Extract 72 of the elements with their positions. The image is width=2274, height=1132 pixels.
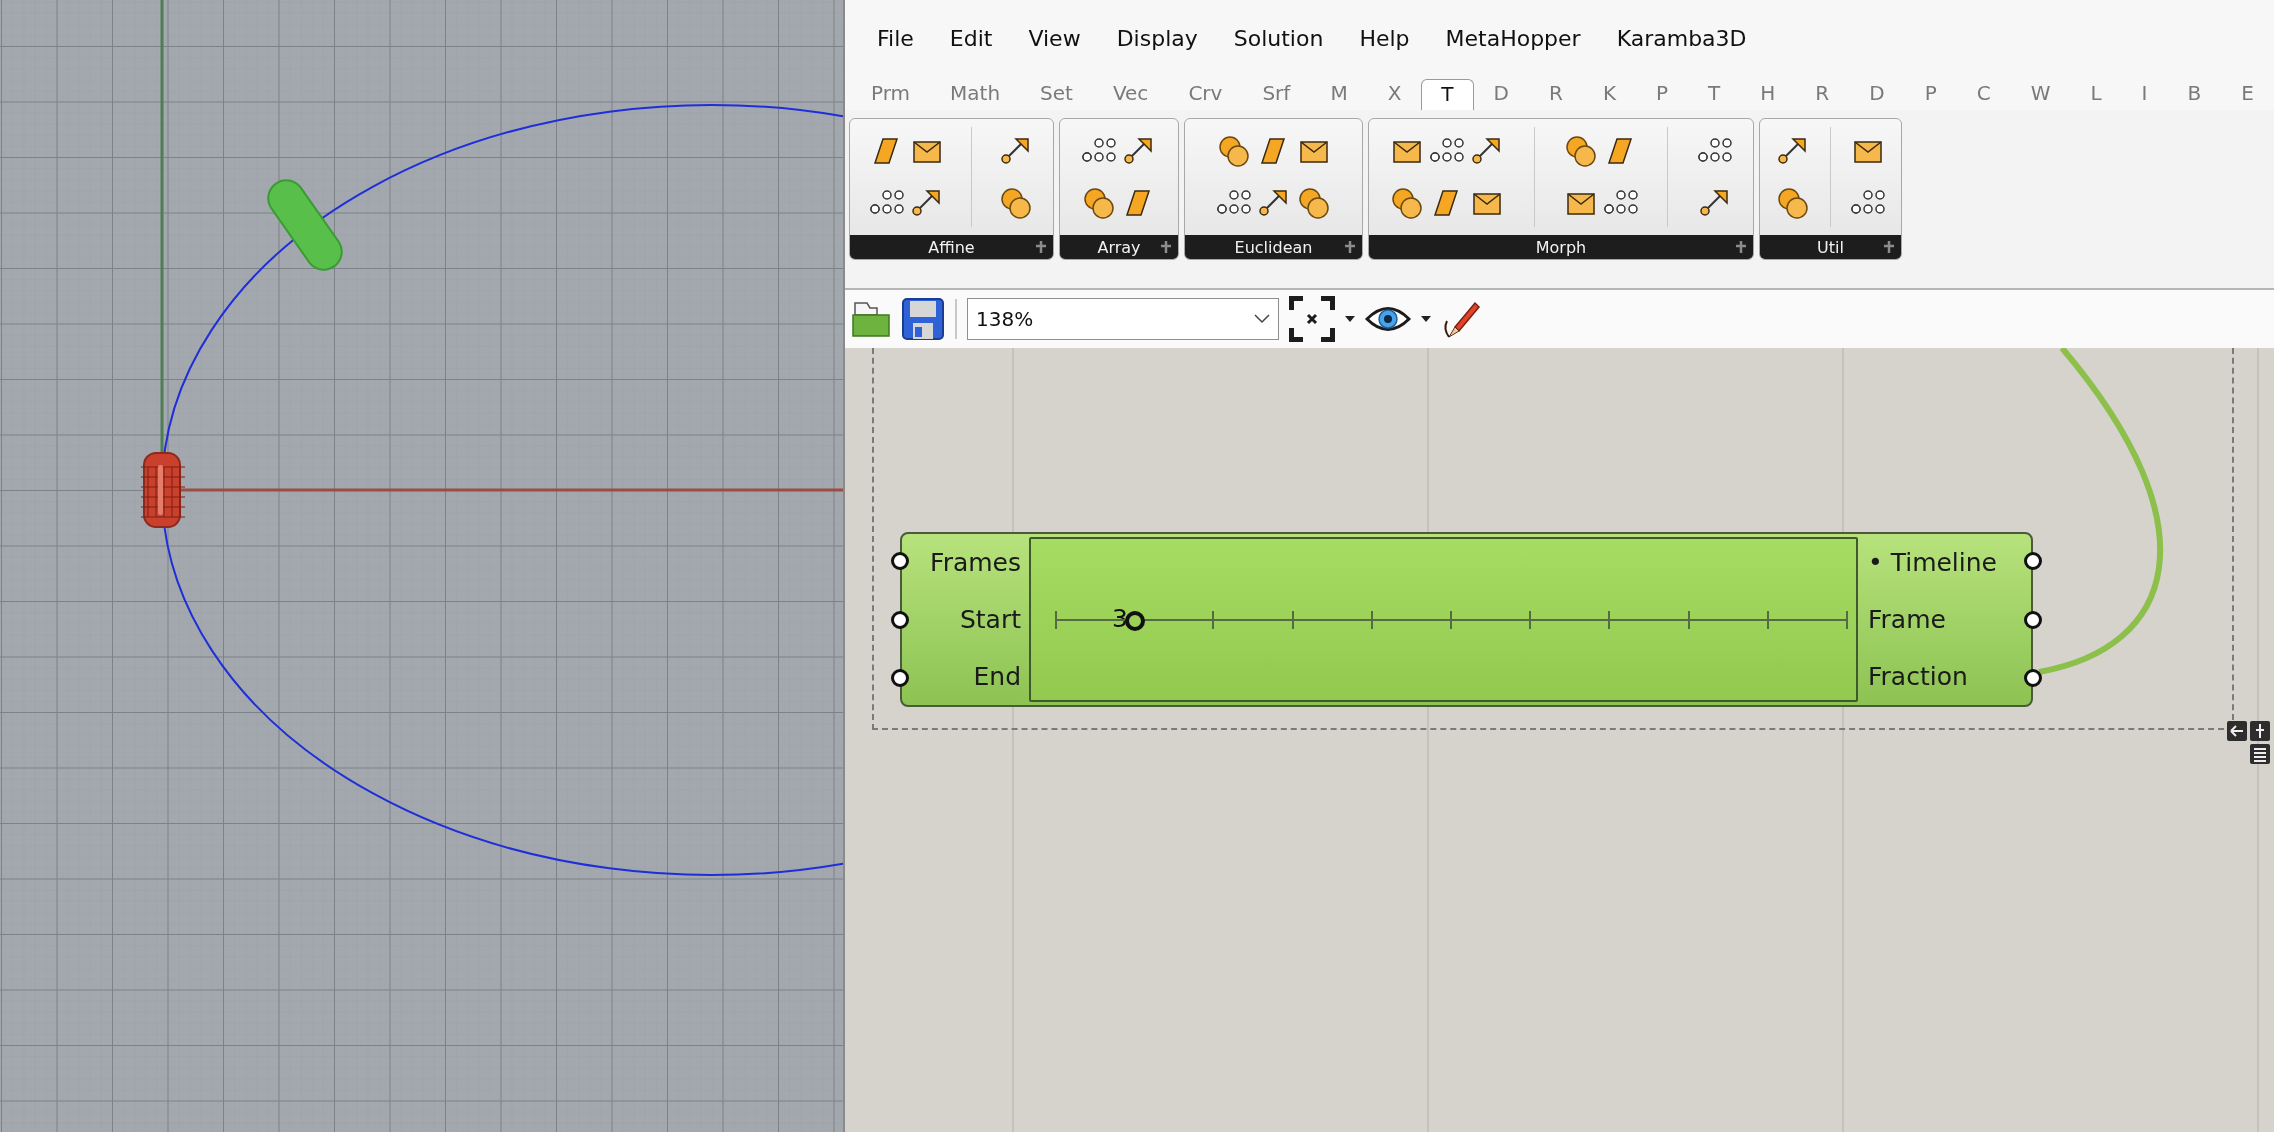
slider-thumb[interactable] (1125, 610, 1146, 631)
zoom-extents-icon[interactable] (1289, 296, 1335, 342)
panel-footer[interactable]: Euclidean (1185, 235, 1362, 259)
panel-label: Morph (1535, 237, 1587, 257)
output-label: • Timeline (1868, 548, 1997, 577)
arrow-left-icon[interactable] (2227, 721, 2247, 741)
tab[interactable]: T (1421, 79, 1474, 110)
panel-label: Util (1817, 237, 1844, 257)
tab[interactable]: T (1688, 78, 1741, 110)
tab[interactable]: X (1367, 78, 1422, 110)
tab[interactable]: K (1582, 78, 1636, 110)
tab[interactable]: Math (930, 78, 1021, 110)
panel-label: Euclidean (1234, 237, 1313, 257)
tab[interactable]: Srf (1242, 78, 1311, 110)
tab[interactable]: Vec (1092, 78, 1169, 110)
input-grip[interactable] (891, 668, 909, 687)
caret-icon[interactable] (1345, 316, 1355, 322)
menu-item[interactable]: Edit (931, 25, 1011, 51)
plus-icon[interactable] (1035, 241, 1047, 253)
output-label: Fraction (1868, 662, 1968, 691)
menu-item[interactable]: Help (1341, 25, 1428, 51)
plus-icon[interactable] (1883, 241, 1895, 253)
tab[interactable]: I (2121, 78, 2168, 110)
tab[interactable]: C (1956, 78, 2011, 110)
panel-label: Array (1097, 237, 1141, 257)
panel-label: Affine (928, 237, 975, 257)
pen-icon[interactable] (1441, 299, 1481, 339)
panel-footer[interactable]: Morph (1369, 235, 1753, 259)
tab[interactable]: P (1904, 78, 1957, 110)
tab[interactable]: D (1473, 78, 1529, 110)
plus-icon[interactable] (2250, 721, 2270, 741)
tab[interactable]: Set (1020, 78, 1093, 110)
panel-footer[interactable]: Util (1760, 235, 1901, 259)
tab[interactable]: E (2221, 78, 2274, 110)
menu-item[interactable]: Karamba3D (1598, 25, 1765, 51)
tab[interactable]: Crv (1168, 78, 1243, 110)
panel-footer[interactable]: Affine (850, 235, 1053, 259)
plus-icon[interactable] (1735, 241, 1747, 253)
input-grip[interactable] (891, 610, 909, 629)
tab[interactable]: B (2167, 78, 2222, 110)
input-label: Start (959, 605, 1021, 634)
tab[interactable]: P (1636, 78, 1689, 110)
tab[interactable]: D (1849, 78, 1905, 110)
tab[interactable]: R (1795, 78, 1850, 110)
plus-icon[interactable] (1160, 241, 1172, 253)
menu-item[interactable]: File (859, 25, 932, 51)
input-grip[interactable] (891, 552, 909, 571)
output-grip[interactable] (2024, 552, 2042, 571)
tab[interactable]: W (2010, 78, 2071, 110)
tab[interactable]: M (1310, 78, 1368, 110)
menu-item[interactable]: Solution (1215, 25, 1342, 51)
menu-item[interactable]: View (1010, 25, 1099, 51)
tab[interactable]: L (2070, 78, 2122, 110)
tool-icon[interactable] (1081, 185, 1117, 221)
zoom-dropdown[interactable]: 138% (967, 298, 1279, 340)
panel-footer[interactable]: Array (1060, 235, 1178, 259)
eye-icon[interactable] (1365, 304, 1411, 334)
list-icon[interactable] (2250, 744, 2270, 764)
tab[interactable]: Prm (851, 78, 931, 110)
menu-item[interactable]: MetaHopper (1427, 25, 1599, 51)
caret-icon[interactable] (1421, 316, 1431, 322)
plus-icon[interactable] (1344, 241, 1356, 253)
output-label: Frame (1868, 605, 1946, 634)
folder-icon[interactable] (851, 299, 891, 339)
tool-icon[interactable] (998, 185, 1034, 221)
tab[interactable]: R (1528, 78, 1583, 110)
menu-item[interactable]: Display (1098, 25, 1216, 51)
input-label: End (973, 662, 1021, 691)
chevron-down-icon (1254, 314, 1270, 324)
tab[interactable]: H (1740, 78, 1796, 110)
input-label: Frames (930, 548, 1021, 577)
save-icon[interactable] (901, 297, 945, 341)
